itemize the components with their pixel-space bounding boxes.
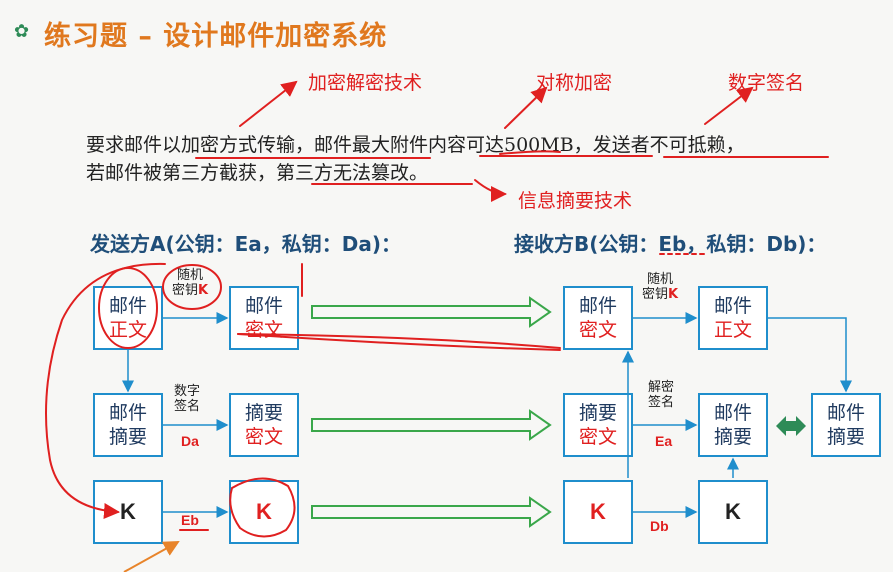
transmit-arrow-mail [311, 296, 552, 328]
transmit-arrow-key [311, 496, 552, 528]
diagram-overlay [45, 80, 852, 572]
arrow-body-to-digest [768, 317, 852, 393]
handwritten-annotations [45, 80, 829, 538]
orange-pointer-arrow [123, 541, 180, 572]
compare-double-arrow [776, 416, 806, 436]
transmit-arrow-digest [311, 409, 552, 441]
